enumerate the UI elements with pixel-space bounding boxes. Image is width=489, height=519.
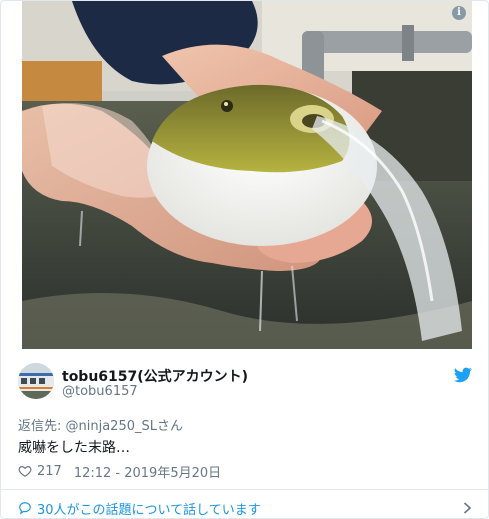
like-count[interactable]: 217: [37, 464, 62, 479]
reply-to-mention[interactable]: @ninja250_SLさん: [66, 419, 183, 434]
tweet-timestamp[interactable]: 12:12 - 2019年5月20日: [74, 462, 221, 481]
tweet-author[interactable]: tobu6157(公式アカウント) @tobu6157: [18, 363, 478, 403]
info-icon[interactable]: i: [452, 6, 466, 20]
chevron-right-icon[interactable]: [463, 502, 472, 514]
reply-to-label: 返信先:: [18, 419, 66, 434]
author-display-name[interactable]: tobu6157(公式アカウント): [62, 366, 248, 386]
tweet-text: 威嚇をした末路…: [18, 440, 130, 456]
conversation-link[interactable]: 30人がこの話題について話しています: [18, 499, 478, 518]
heart-icon[interactable]: [18, 464, 32, 478]
divider: [1, 489, 488, 490]
embedded-tweet-card: i tobu6157(公式アカウント) @tobu6157 返信先: @ninj…: [0, 0, 489, 519]
twitter-bird-icon[interactable]: [454, 367, 472, 383]
author-handle[interactable]: @tobu6157: [62, 384, 138, 399]
train-avatar[interactable]: [18, 363, 54, 399]
tweet-photo[interactable]: i: [22, 1, 472, 349]
tweet-meta: 217 12:12 - 2019年5月20日: [18, 462, 221, 481]
reply-to-line: 返信先: @ninja250_SLさん: [18, 415, 183, 434]
conversation-label[interactable]: 30人がこの話題について話しています: [37, 499, 261, 518]
speech-bubble-icon: [19, 502, 31, 515]
